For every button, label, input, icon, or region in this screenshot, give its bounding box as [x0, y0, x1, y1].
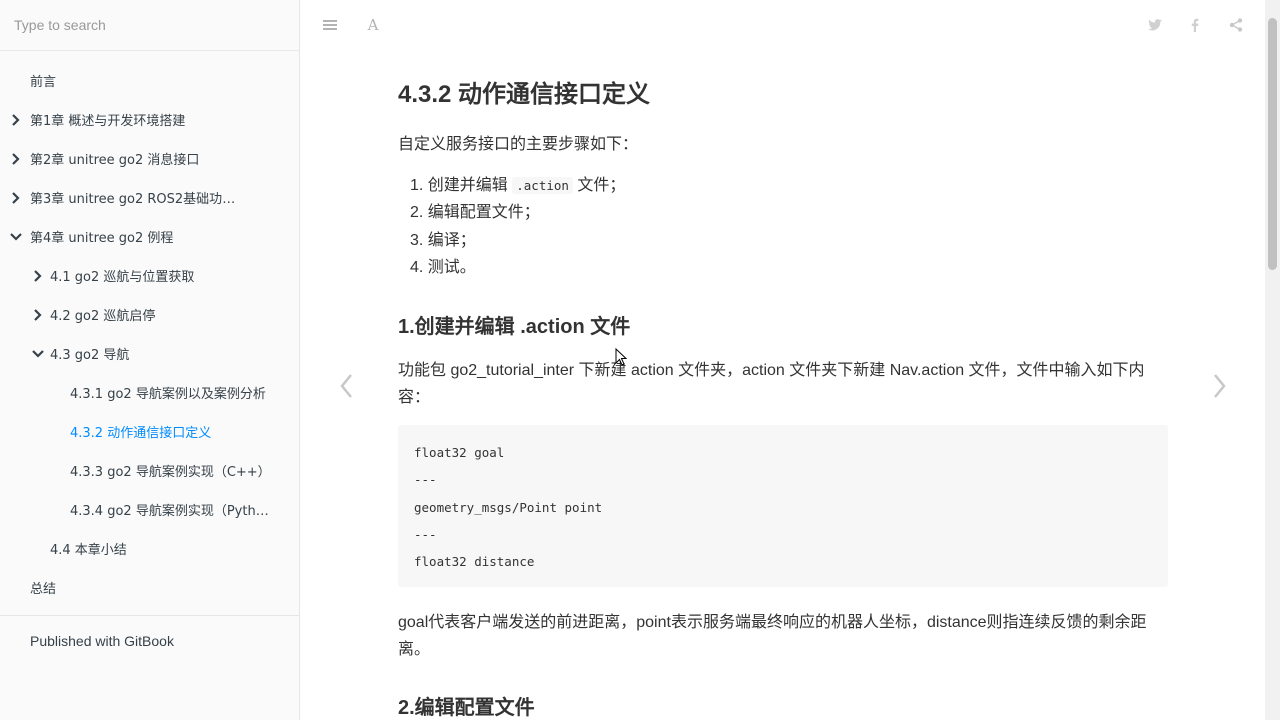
chevron-down-icon[interactable]: [9, 230, 23, 244]
toc-item-label: 4.3.4 go2 导航案例实现（Python）: [70, 504, 276, 519]
code-block: float32 goal --- geometry_msgs/Point point…: [398, 425, 1168, 587]
scrollbar-thumb[interactable]: [1268, 18, 1277, 270]
next-page-button[interactable]: [1208, 370, 1232, 402]
share-icon[interactable]: [1227, 16, 1245, 34]
explanation-paragraph: goal代表客户端发送的前进距离，point表示服务端最终响应的机器人坐标，di…: [398, 614, 1147, 658]
toc-item-label: 第1章 概述与开发环境搭建: [30, 114, 186, 129]
code-line: float32 goal: [414, 445, 505, 460]
toc-item-label: 4.4 本章小结: [50, 543, 127, 558]
intro-paragraph: 自定义服务接口的主要步骤如下：: [398, 136, 639, 153]
toc-item-chapter-2[interactable]: 第2章 unitree go2 消息接口: [0, 139, 299, 178]
chevron-right-icon[interactable]: [9, 113, 23, 127]
toc-item-4-3-2[interactable]: 4.3.2 动作通信接口定义: [0, 412, 299, 451]
toc-item-label: 第4章 unitree go2 例程: [30, 231, 174, 246]
mouse-cursor-icon: [615, 348, 627, 366]
chevron-right-icon[interactable]: [31, 269, 45, 283]
chevron-right-icon: [1214, 374, 1226, 398]
toc-item-label: 总结: [30, 582, 57, 597]
toc-item-4-3-4[interactable]: 4.3.4 go2 导航案例实现（Python）: [0, 490, 299, 529]
steps-list: 1. 创建并编辑 .action 文件； 2. 编辑配置文件； 3. 编译； 4…: [410, 172, 625, 281]
list-item: 1. 创建并编辑 .action 文件；: [410, 172, 625, 199]
book-header: A: [300, 0, 1265, 50]
toc-item-chapter-1[interactable]: 第1章 概述与开发环境搭建: [0, 100, 299, 139]
toc-item-label: 前言: [30, 75, 57, 90]
toc-item-label: 4.3.1 go2 导航案例以及案例分析: [70, 387, 266, 402]
toc-item-4-3-1[interactable]: 4.3.1 go2 导航案例以及案例分析: [0, 373, 299, 412]
toc-item-4-3-3[interactable]: 4.3.3 go2 导航案例实现（C++）: [0, 451, 299, 490]
toc-item-label: 4.3.3 go2 导航案例实现（C++）: [70, 465, 271, 480]
list-item: 3. 编译；: [410, 231, 476, 249]
toc-item-4-1[interactable]: 4.1 go2 巡航与位置获取: [0, 256, 299, 295]
scrollbar[interactable]: [1265, 0, 1280, 720]
published-with-gitbook-link[interactable]: Published with GitBook: [0, 616, 299, 649]
toc-item-4-2[interactable]: 4.2 go2 巡航启停: [0, 295, 299, 334]
font-settings-icon[interactable]: A: [364, 16, 382, 34]
toc-item-label: 4.3 go2 导航: [50, 348, 130, 363]
toc-item-label: 第3章 unitree go2 ROS2基础功能包: [30, 192, 240, 207]
code-line: ---: [414, 526, 437, 542]
description-paragraph: 功能包 go2_tutorial_inter 下新建 action 文件夹，ac…: [398, 362, 1145, 406]
twitter-icon[interactable]: [1146, 16, 1164, 34]
toc-item-chapter-3[interactable]: 第3章 unitree go2 ROS2基础功能包: [0, 178, 299, 217]
chevron-right-icon[interactable]: [9, 152, 23, 166]
code-line: geometry_msgs/Point point: [414, 499, 603, 515]
inline-code: .action: [512, 177, 573, 194]
toc-item-preface[interactable]: 前言: [0, 61, 299, 100]
search-input[interactable]: [14, 17, 274, 33]
toc-item-4-4[interactable]: 4.4 本章小结: [0, 529, 299, 568]
section-heading: 1.创建并编辑 .action 文件: [398, 316, 631, 338]
chevron-right-icon[interactable]: [31, 308, 45, 322]
toc-item-4-3[interactable]: 4.3 go2 导航: [0, 334, 299, 373]
facebook-icon[interactable]: [1186, 16, 1204, 34]
code-line: ---: [414, 472, 437, 488]
toc-item-label: 4.2 go2 巡航启停: [50, 309, 156, 324]
toc-nav: 前言 第1章 概述与开发环境搭建 第2章 unitree go2 消息接口 第3…: [0, 51, 299, 607]
toc-item-chapter-4[interactable]: 第4章 unitree go2 例程: [0, 217, 299, 256]
sidebar: 前言 第1章 概述与开发环境搭建 第2章 unitree go2 消息接口 第3…: [0, 0, 300, 720]
search-bar: [0, 0, 299, 51]
menu-icon[interactable]: [321, 16, 339, 34]
code-line: float32 distance: [414, 554, 535, 570]
step-text: 1. 创建并编辑: [410, 177, 513, 194]
toc-item-label: 4.1 go2 巡航与位置获取: [50, 270, 195, 285]
toc-item-label: 4.3.2 动作通信接口定义: [70, 426, 212, 441]
section-heading: 2.编辑配置文件: [398, 697, 535, 719]
list-item: 4. 测试。: [410, 258, 476, 276]
previous-page-button[interactable]: [334, 370, 358, 402]
step-text: 文件；: [572, 177, 626, 194]
chevron-left-icon: [340, 374, 352, 398]
toc-item-summary[interactable]: 总结: [0, 568, 299, 607]
list-item: 2. 编辑配置文件；: [410, 204, 540, 222]
chevron-right-icon[interactable]: [9, 191, 23, 205]
toc-item-label: 第2章 unitree go2 消息接口: [30, 153, 200, 168]
chevron-down-icon[interactable]: [31, 347, 45, 361]
page-title: 4.3.2 动作通信接口定义: [398, 81, 651, 108]
